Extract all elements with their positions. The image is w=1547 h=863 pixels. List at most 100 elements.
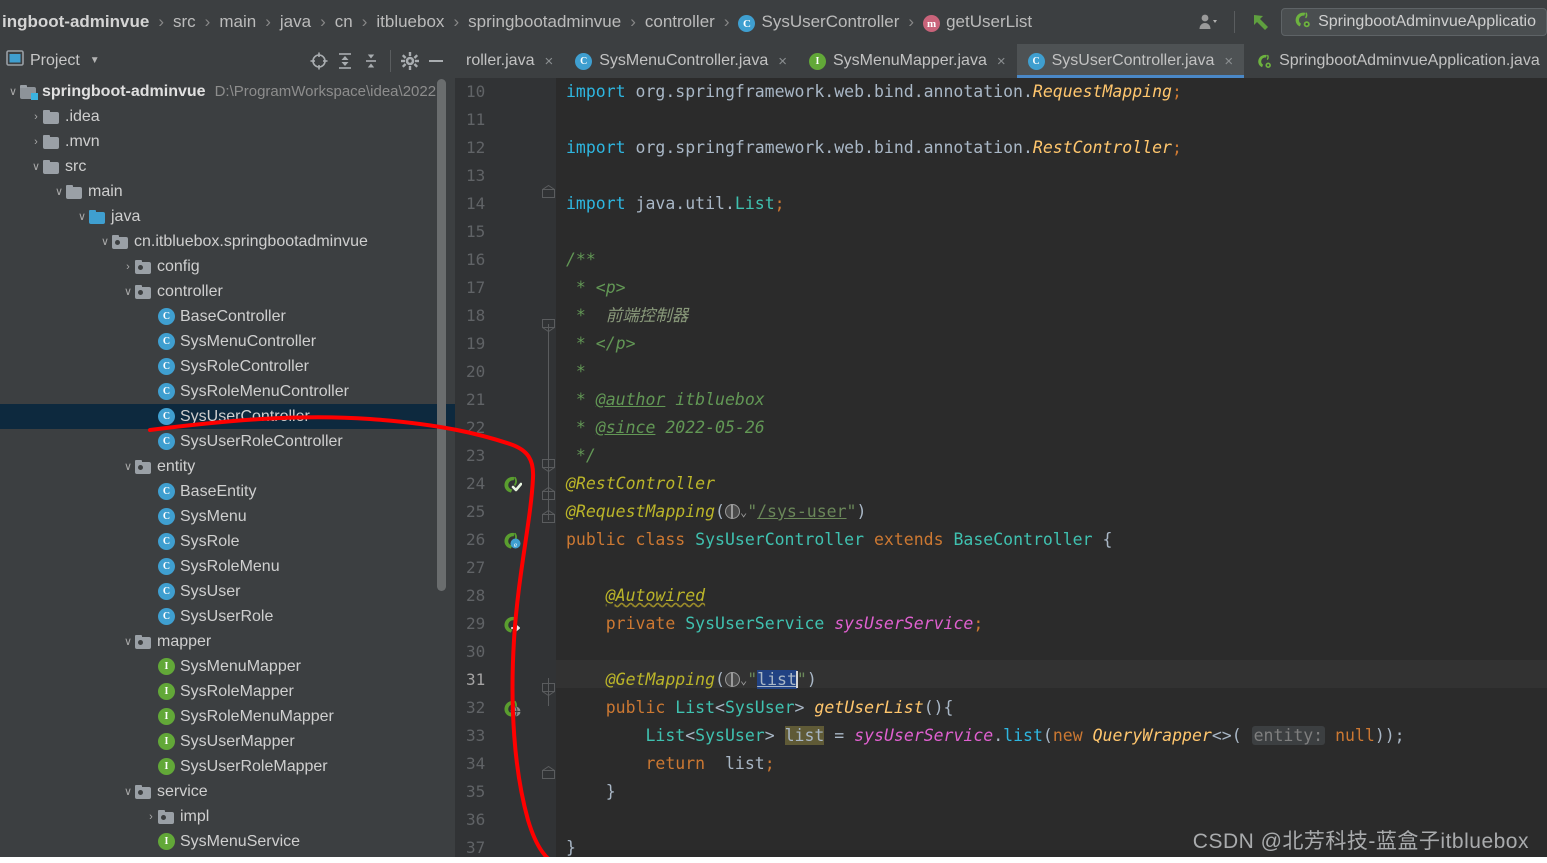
close-icon[interactable]: × (778, 53, 787, 70)
code-line[interactable]: * 前端控制器 (566, 302, 688, 330)
chevron-down-icon[interactable]: ∨ (121, 460, 135, 473)
chevron-down-icon[interactable]: ∨ (75, 210, 89, 223)
code-line[interactable]: @GetMapping(⌄"list") (566, 666, 817, 694)
breadcrumb-item-controller[interactable]: controller (643, 12, 717, 32)
breadcrumb-item-cn[interactable]: cn (333, 12, 355, 32)
chevron-right-icon[interactable]: › (121, 261, 135, 273)
code-line[interactable]: @Autowired (566, 582, 705, 610)
tree-item-java[interactable]: ∨ java (0, 204, 455, 229)
breadcrumb-item-springbootadminvue[interactable]: springbootadminvue (466, 12, 623, 32)
breadcrumb-item-sysusercontroller[interactable]: C SysUserController (736, 12, 901, 33)
tree-item-sysrolecontroller[interactable]: C SysRoleController (0, 354, 455, 379)
code-line[interactable]: List<SysUser> list = sysUserService.list… (566, 722, 1405, 750)
fold-imports-icon[interactable] (542, 184, 555, 198)
tree-item-sysuserrolemapper[interactable]: I SysUserRoleMapper (0, 754, 455, 779)
fold-collapse-icon[interactable] (542, 319, 555, 333)
chevron-down-icon[interactable]: ∨ (121, 285, 135, 298)
tree-item-basecontroller[interactable]: C BaseController (0, 304, 455, 329)
code-folding-column[interactable] (541, 78, 556, 863)
selected-text[interactable]: list (757, 670, 797, 689)
url-globe-icon[interactable] (724, 672, 740, 687)
breadcrumb-item-itbluebox[interactable]: itbluebox (374, 12, 446, 32)
tree-item-sysrolemenu[interactable]: C SysRoleMenu (0, 554, 455, 579)
spring-mapping-icon[interactable] (502, 699, 521, 717)
tree-item-sysrolemenumapper[interactable]: I SysRoleMenuMapper (0, 704, 455, 729)
close-icon[interactable]: × (1224, 53, 1233, 70)
code-line[interactable]: @RequestMapping(⌄"/sys-user") (566, 498, 866, 526)
code-line[interactable]: import java.util.List; (566, 190, 785, 218)
tree-item-entity[interactable]: ∨ entity (0, 454, 455, 479)
editor-tab-roller-java[interactable]: roller.java × (455, 44, 564, 78)
tree-item--mvn[interactable]: › .mvn (0, 129, 455, 154)
tree-item-impl[interactable]: › impl (0, 804, 455, 829)
code-line[interactable]: private SysUserService sysUserService; (566, 610, 984, 638)
chevron-down-icon[interactable]: ∨ (29, 160, 43, 173)
tree-item-sysmenumapper[interactable]: I SysMenuMapper (0, 654, 455, 679)
code-line[interactable]: public class SysUserController extends B… (566, 526, 1112, 554)
back-arrow-icon[interactable] (1241, 0, 1281, 44)
tree-item-sysuserrole[interactable]: C SysUserRole (0, 604, 455, 629)
code-line[interactable]: } (566, 778, 616, 806)
close-icon[interactable]: × (544, 53, 553, 70)
editor-tab-springbootadminvueapplication-java[interactable]: SpringbootAdminvueApplication.java (1244, 44, 1547, 78)
breadcrumb[interactable]: ingboot-adminvue › src › main › java › cn › itblue… (0, 12, 1190, 33)
project-tree[interactable]: ∨ springboot-adminvue D:\ProgramWorkspace\… (0, 77, 455, 863)
breadcrumb-item-main[interactable]: main (217, 12, 258, 32)
tree-item-sysrolemenucontroller[interactable]: C SysRoleMenuController (0, 379, 455, 404)
chevron-right-icon[interactable]: › (144, 811, 158, 823)
spring-bean-overridden-icon[interactable]: e (502, 531, 521, 549)
run-configuration-selector[interactable]: SpringbootAdminvueApplicatio (1281, 8, 1547, 36)
hide-minus-icon[interactable] (423, 48, 449, 74)
tree-item-sysrole[interactable]: C SysRole (0, 529, 455, 554)
spring-autowired-icon[interactable] (502, 615, 520, 633)
code-line[interactable]: * <p> (566, 274, 626, 302)
tree-item-sysmenuservice[interactable]: I SysMenuService (0, 829, 455, 854)
tree-item-sysusercontroller[interactable]: C SysUserController (0, 404, 455, 429)
tree-item-service[interactable]: ∨ service (0, 779, 455, 804)
code-line[interactable]: @RestController (566, 470, 715, 498)
url-globe-icon[interactable] (724, 504, 740, 519)
code-text-area[interactable]: import org.springframework.web.bind.anno… (556, 78, 1547, 863)
fold-collapse-icon-2[interactable] (542, 459, 555, 473)
breadcrumb-item-src[interactable]: src (171, 12, 198, 32)
project-tree-scrollbar[interactable] (437, 79, 446, 591)
chevron-down-icon[interactable]: ∨ (121, 785, 135, 798)
code-line[interactable]: */ (566, 442, 596, 470)
tree-item-mapper[interactable]: ∨ mapper (0, 629, 455, 654)
chevron-down-icon[interactable]: ▼ (90, 55, 100, 66)
chevron-down-icon[interactable]: ∨ (52, 185, 66, 198)
settings-gear-icon[interactable] (397, 48, 423, 74)
chevron-right-icon[interactable]: › (29, 111, 43, 123)
code-editor[interactable]: 10 11 12 13 14 15 16 17 18 19 20 21 22 23 24 25 26 27 28 29… (455, 78, 1547, 863)
editor-tab-bar[interactable]: roller.java × C SysMenuController.java × I Sys… (455, 44, 1547, 78)
code-line[interactable]: import org.springframework.web.bind.anno… (566, 134, 1182, 162)
code-line[interactable]: return list; (566, 750, 774, 778)
locate-icon[interactable] (306, 48, 332, 74)
tree-item-baseentity[interactable]: C BaseEntity (0, 479, 455, 504)
editor-tab-sysusercontroller-java[interactable]: C SysUserController.java × (1016, 44, 1245, 78)
tree-item-sysmenu[interactable]: C SysMenu (0, 504, 455, 529)
tree-item-controller[interactable]: ∨ controller (0, 279, 455, 304)
chevron-right-icon[interactable]: › (29, 136, 43, 148)
tree-item-main[interactable]: ∨ main (0, 179, 455, 204)
code-line[interactable]: * @author itbluebox (566, 386, 765, 414)
editor-tab-sysmenumapper-java[interactable]: I SysMenuMapper.java × (798, 44, 1017, 78)
tree-item-cn-itbluebox-springbootadminvue[interactable]: ∨ cn.itbluebox.springbootadminvue (0, 229, 455, 254)
fold-method-icon[interactable] (542, 683, 555, 697)
breadcrumb-item-ingboot-adminvue[interactable]: ingboot-adminvue (0, 12, 151, 32)
tree-item-sysuser[interactable]: C SysUser (0, 579, 455, 604)
tree-item-sysusermapper[interactable]: I SysUserMapper (0, 729, 455, 754)
code-line[interactable]: * </p> (566, 330, 636, 358)
close-icon[interactable]: × (997, 53, 1006, 70)
fold-expand-icon[interactable] (542, 509, 555, 523)
tree-item-sysuserrolecontroller[interactable]: C SysUserRoleController (0, 429, 455, 454)
chevron-down-icon[interactable]: ∨ (121, 635, 135, 648)
collapse-all-icon[interactable] (358, 48, 384, 74)
editor-tab-sysmenucontroller-java[interactable]: C SysMenuController.java × (564, 44, 798, 78)
tree-item-src[interactable]: ∨ src (0, 154, 455, 179)
tree-item-config[interactable]: › config (0, 254, 455, 279)
fold-end-icon[interactable] (542, 765, 555, 779)
tree-item-sysrolemapper[interactable]: I SysRoleMapper (0, 679, 455, 704)
breadcrumb-item-java[interactable]: java (278, 12, 313, 32)
user-dropdown-icon[interactable] (1190, 0, 1228, 44)
